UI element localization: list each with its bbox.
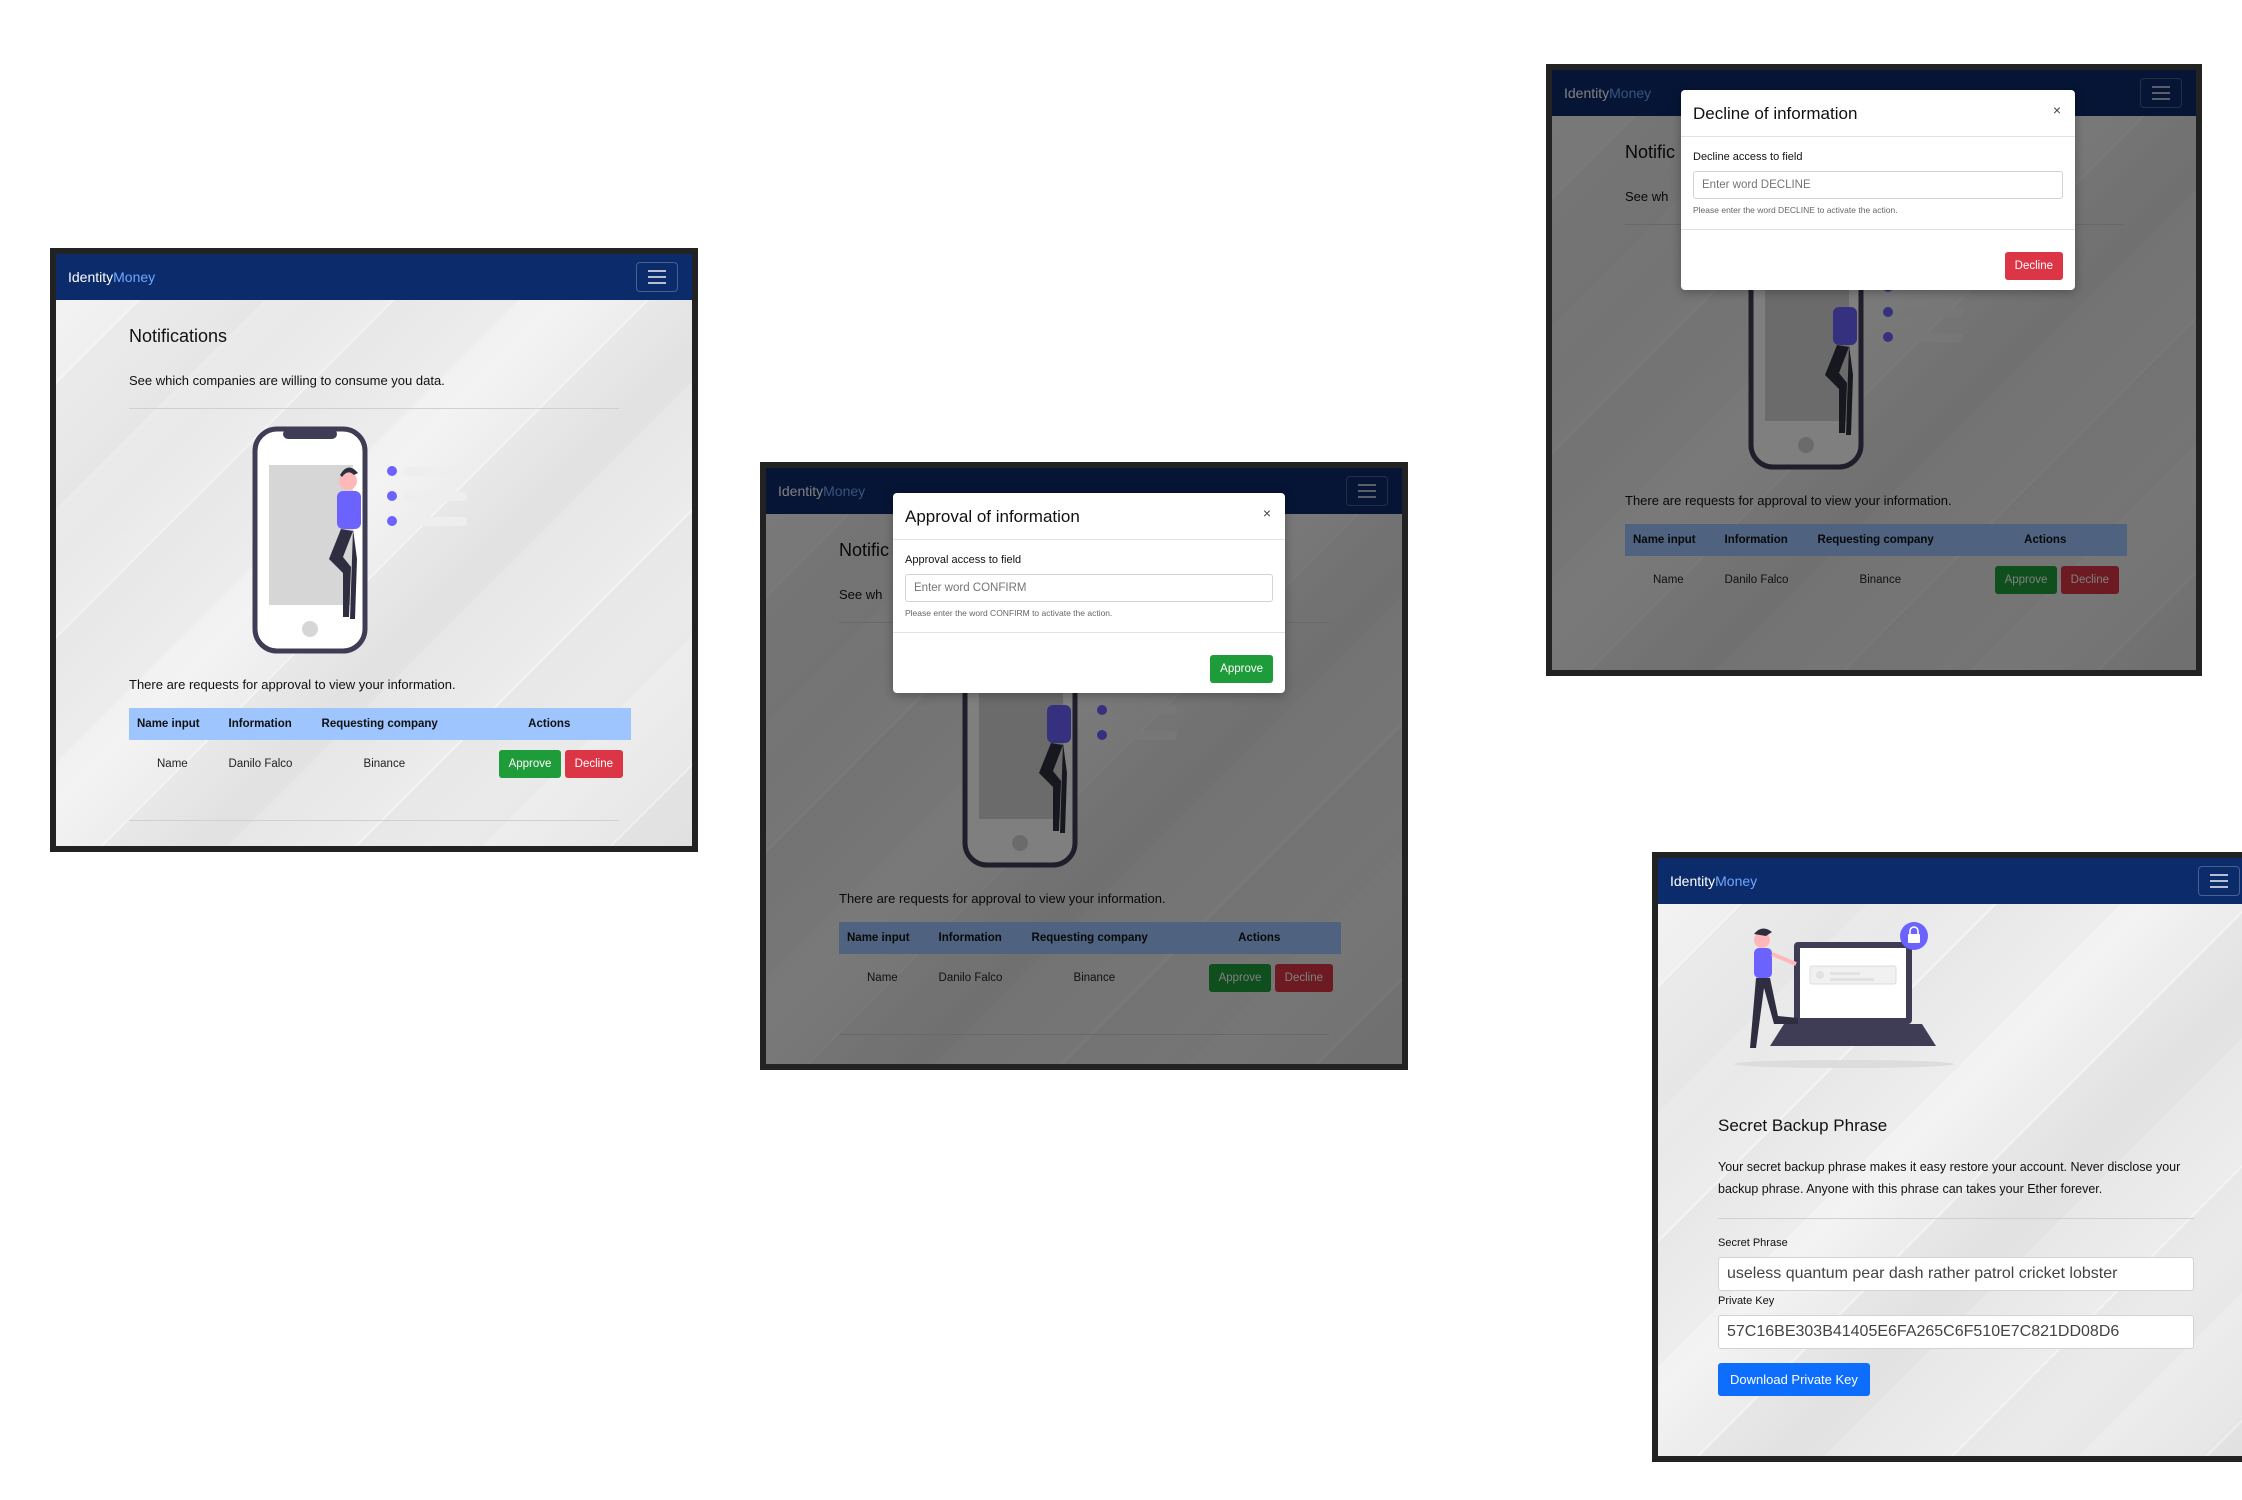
secret-phrase-field[interactable] bbox=[1718, 1257, 2194, 1291]
decline-input[interactable] bbox=[1693, 171, 2063, 199]
approve-button[interactable]: Approve bbox=[498, 750, 562, 778]
field-label: Decline access to field bbox=[1693, 151, 1803, 163]
backup-page: IdentityMoney Secret Backup Phrase Your … bbox=[1658, 858, 2242, 1456]
col-actions: Actions bbox=[467, 708, 631, 740]
requests-text: There are requests for approval to view … bbox=[129, 677, 456, 692]
notifications-page: IdentityMoney Notifications See which co… bbox=[56, 254, 692, 846]
modal-title: Decline of information bbox=[1693, 104, 1858, 123]
secret-phrase-label: Secret Phrase bbox=[1718, 1237, 1788, 1249]
notifications-page-dimmed: IdentityMoney Notific See wh There are r… bbox=[1552, 70, 2196, 670]
page-title: Notifications bbox=[129, 326, 228, 346]
decline-button[interactable]: Decline bbox=[564, 750, 623, 778]
cell-information: Danilo Falco bbox=[228, 758, 293, 770]
private-key-label: Private Key bbox=[1718, 1295, 1775, 1307]
phone-illustration bbox=[252, 426, 467, 654]
close-icon[interactable]: × bbox=[1263, 505, 1271, 521]
brand-logo[interactable]: IdentityMoney bbox=[68, 269, 155, 285]
menu-toggle-button[interactable] bbox=[2198, 866, 2240, 896]
modal-decline-button[interactable]: Decline bbox=[2004, 252, 2063, 280]
private-key-field[interactable] bbox=[1718, 1315, 2194, 1349]
modal-approve-button[interactable]: Approve bbox=[1210, 655, 1273, 683]
table-row: Name Danilo Falco Binance Approve Declin… bbox=[129, 740, 631, 788]
decline-modal: Decline of information × Decline access … bbox=[1681, 90, 2075, 290]
modal-title: Approval of information bbox=[905, 507, 1080, 526]
cell-company: Binance bbox=[363, 758, 406, 770]
download-private-key-button[interactable]: Download Private Key bbox=[1718, 1363, 1870, 1396]
page-subtitle: See which companies are willing to consu… bbox=[129, 373, 445, 388]
help-text: Please enter the word DECLINE to activat… bbox=[1693, 205, 1898, 215]
col-name-input: Name input bbox=[129, 708, 221, 740]
approval-modal: Approval of information × Approval acces… bbox=[893, 493, 1285, 693]
screen-decline-modal: IdentityMoney Notific See wh There are r… bbox=[1546, 64, 2202, 676]
divider bbox=[129, 408, 619, 409]
help-text: Please enter the word CONFIRM to activat… bbox=[905, 608, 1113, 618]
laptop-illustration bbox=[1734, 922, 1954, 1068]
screen-approval-modal: IdentityMoney Notific See wh There are r… bbox=[760, 462, 1408, 1070]
divider bbox=[1718, 1218, 2194, 1219]
brand-logo[interactable]: IdentityMoney bbox=[1670, 873, 1757, 889]
navbar: IdentityMoney bbox=[56, 254, 692, 300]
backup-title: Secret Backup Phrase bbox=[1718, 1116, 1888, 1135]
field-label: Approval access to field bbox=[905, 554, 1022, 566]
notifications-page-dimmed: IdentityMoney Notific See wh There are r… bbox=[766, 468, 1402, 1064]
menu-toggle-button[interactable] bbox=[636, 262, 678, 292]
screen-notifications: IdentityMoney Notifications See which co… bbox=[50, 248, 698, 852]
close-icon[interactable]: × bbox=[2053, 102, 2061, 118]
col-requesting-company: Requesting company bbox=[313, 708, 468, 740]
requests-table: Name input Information Requesting compan… bbox=[129, 708, 631, 788]
divider-bottom bbox=[129, 820, 619, 821]
col-information: Information bbox=[220, 708, 314, 740]
confirm-input[interactable] bbox=[905, 574, 1273, 602]
backup-description: Your secret backup phrase makes it easy … bbox=[1718, 1160, 2181, 1196]
screen-backup-phrase: IdentityMoney Secret Backup Phrase Your … bbox=[1652, 852, 2242, 1462]
cell-name: Name bbox=[157, 758, 188, 770]
navbar: IdentityMoney bbox=[1658, 858, 2242, 904]
